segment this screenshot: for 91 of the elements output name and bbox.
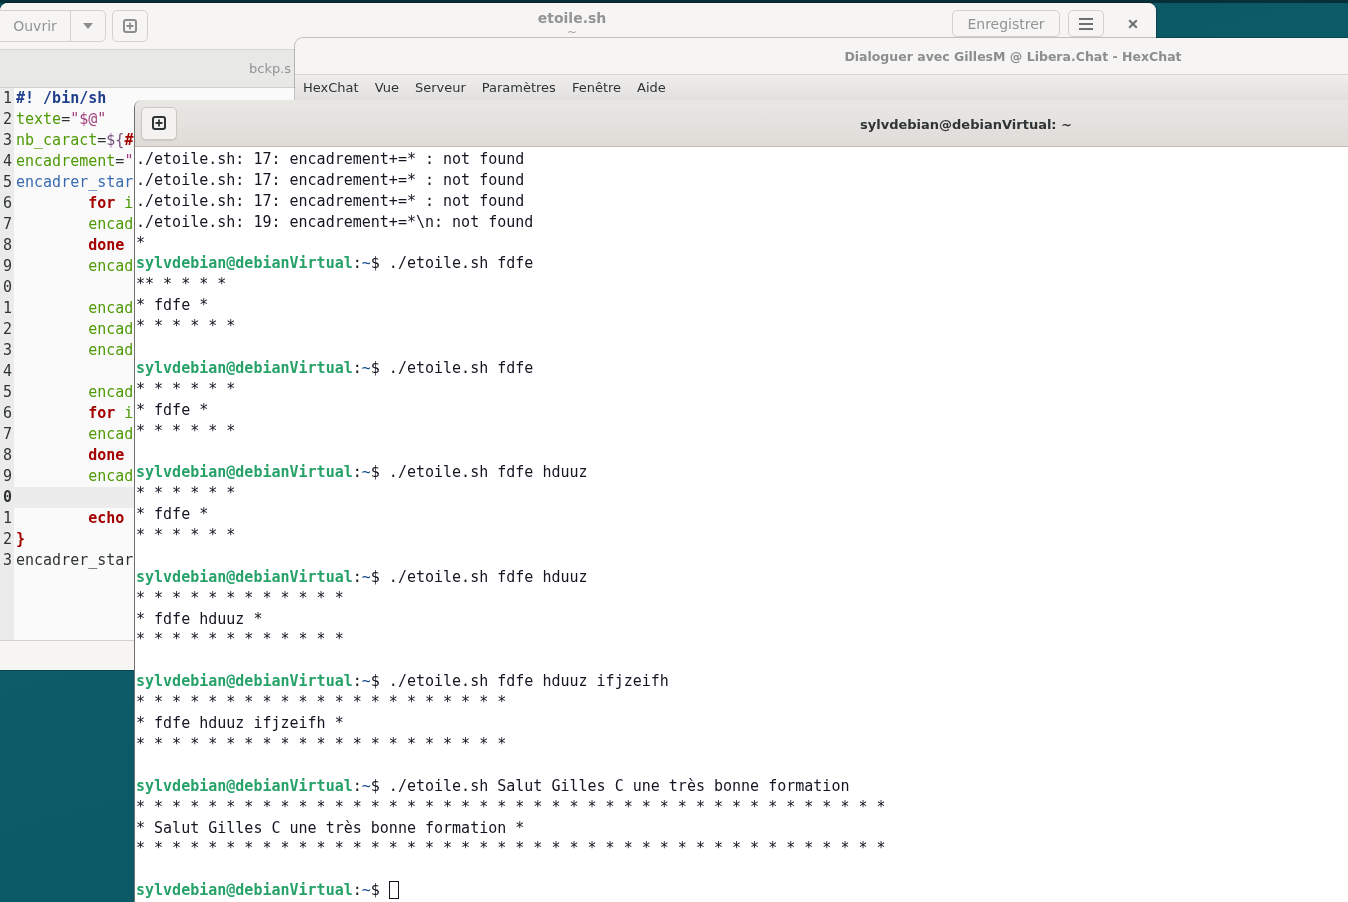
terminal-line: ./etoile.sh: 17: encadrement+=* : not found [136, 191, 525, 210]
code-line: done [88, 446, 125, 464]
line-number: 3 [2, 551, 12, 569]
prompt-line: sylvdebian@debianVirtual:~$ [136, 881, 380, 900]
window-title: sylvdebian@debianVirtual: ~ [860, 116, 1072, 132]
terminal-line: ./etoile.sh: 17: encadrement+=* : not found [136, 170, 525, 189]
code-line: for i [88, 404, 134, 422]
terminal-line: * * * * * * [136, 526, 236, 545]
line-number: 8 [2, 236, 12, 254]
menu-button[interactable] [1068, 10, 1104, 37]
terminal-line: * [136, 233, 146, 252]
caret-icon [83, 23, 93, 29]
prompt-line: sylvdebian@debianVirtual:~$ ./etoile.sh fdfe hduuz [136, 463, 588, 482]
terminal-line: * * * * * * * * * * * * * * * * * * * * * [136, 734, 507, 753]
terminal-line: * fdfe hduuz * [136, 609, 263, 628]
dropdown-button[interactable] [70, 10, 106, 42]
prompt-line: sylvdebian@debianVirtual:~$ ./etoile.sh fdfe [136, 358, 534, 377]
menu-item[interactable]: Fenêtre [563, 77, 630, 98]
code-line: encad [88, 341, 134, 359]
terminal-line: * * * * * * * * * * * * * * * * * * * * * [136, 693, 507, 712]
line-number: 0 [2, 278, 12, 296]
code-line: #! /bin/sh [16, 89, 107, 107]
terminal-line: * fdfe * [136, 505, 209, 524]
window-title: Dialoguer avec GillesM @ Libera.Chat - HexChat [844, 48, 1182, 64]
code-line: encad [88, 425, 134, 443]
line-number: 5 [2, 383, 12, 401]
line-number: 6 [2, 194, 12, 212]
menu-item[interactable]: Paramètres [473, 77, 564, 98]
line-number: 4 [2, 152, 12, 170]
plus-box-icon [123, 19, 137, 33]
line-number: 2 [2, 110, 12, 128]
code-line: encad [88, 320, 134, 338]
terminal-line: * * * * * * * * * * * * [136, 588, 344, 607]
line-number: 7 [2, 425, 12, 443]
close-icon [1128, 18, 1138, 29]
menu-icon [1079, 17, 1093, 30]
prompt-line: sylvdebian@debianVirtual:~$ ./etoile.sh fdfe hduuz ifjzeifh [136, 672, 669, 691]
line-number: 5 [2, 173, 12, 191]
menu-item[interactable]: Aide [629, 77, 674, 98]
menu-item[interactable]: Vue [366, 77, 407, 98]
terminal-line: ./etoile.sh: 17: encadrement+=* : not found [136, 150, 525, 168]
code-line: } [16, 530, 26, 548]
code-line: texte="$@" [16, 110, 107, 128]
terminal-line: ./etoile.sh: 19: encadrement+=*\n: not found [136, 212, 534, 231]
line-number: 9 [2, 257, 12, 275]
line-number: 9 [2, 467, 12, 485]
code-line: nb_caract=${# [16, 131, 134, 149]
line-number: 3 [2, 341, 12, 359]
menu-item[interactable]: Serveur [406, 77, 474, 98]
line-number: 0 [2, 488, 12, 506]
terminal-line: * * * * * * [136, 317, 236, 336]
line-number: 4 [2, 362, 12, 380]
prompt-line: sylvdebian@debianVirtual:~$ ./etoile.sh fdfe hduuz [136, 567, 588, 586]
menu-item[interactable]: HexChat [295, 77, 367, 98]
code-line: encad [88, 299, 134, 317]
line-number: 1 [2, 89, 12, 107]
terminal-line: * fdfe * [136, 296, 209, 315]
code-line: for i [88, 194, 134, 212]
terminal-line: * Salut Gilles C une très bonne formation * [136, 818, 525, 837]
code-line: encadrer_star [16, 551, 134, 569]
code-line: encad [88, 467, 134, 485]
terminal-line: * * * * * * [136, 421, 236, 440]
code-line: encadrer_star [16, 173, 134, 191]
line-number: 1 [2, 299, 12, 317]
line-number: 2 [2, 530, 12, 548]
code-line: echo [88, 509, 125, 527]
code-line: encadrement=" [16, 152, 134, 170]
terminal-line: * fdfe hduuz ifjzeifh * [136, 714, 344, 733]
code-line: encad [88, 383, 134, 401]
code-line: encad [88, 215, 134, 233]
plus-box-icon [152, 116, 166, 130]
terminal-line: * fdfe * [136, 400, 209, 419]
terminal-line: * * * * * * [136, 484, 236, 503]
window-title: etoile.sh [537, 9, 607, 27]
code-line: encad [88, 257, 134, 275]
line-number: 3 [2, 131, 12, 149]
window-subtitle: ~ [566, 27, 578, 38]
line-number: 6 [2, 404, 12, 422]
line-number: 8 [2, 446, 12, 464]
line-number: 7 [2, 215, 12, 233]
terminal-line: * * * * * * * * * * * * [136, 630, 344, 649]
terminal-line: * * * * * * * * * * * * * * * * * * * * * * * * * * * * * * * * * * * * * * * * * * [136, 797, 886, 816]
code-line: done [88, 236, 125, 254]
line-number: 2 [2, 320, 12, 338]
line-number: 1 [2, 509, 12, 527]
new-tab-button[interactable] [141, 106, 177, 140]
prompt-line: sylvdebian@debianVirtual:~$ ./etoile.sh fdfe [136, 254, 534, 273]
terminal-line: ** * * * * [136, 275, 227, 294]
terminal-line: * * * * * * [136, 379, 236, 398]
prompt-line: sylvdebian@debianVirtual:~$ ./etoile.sh Salut Gilles C une très bonne formation [136, 776, 850, 795]
terminal-line: * * * * * * * * * * * * * * * * * * * * * * * * * * * * * * * * * * * * * * * * * * [136, 839, 886, 858]
